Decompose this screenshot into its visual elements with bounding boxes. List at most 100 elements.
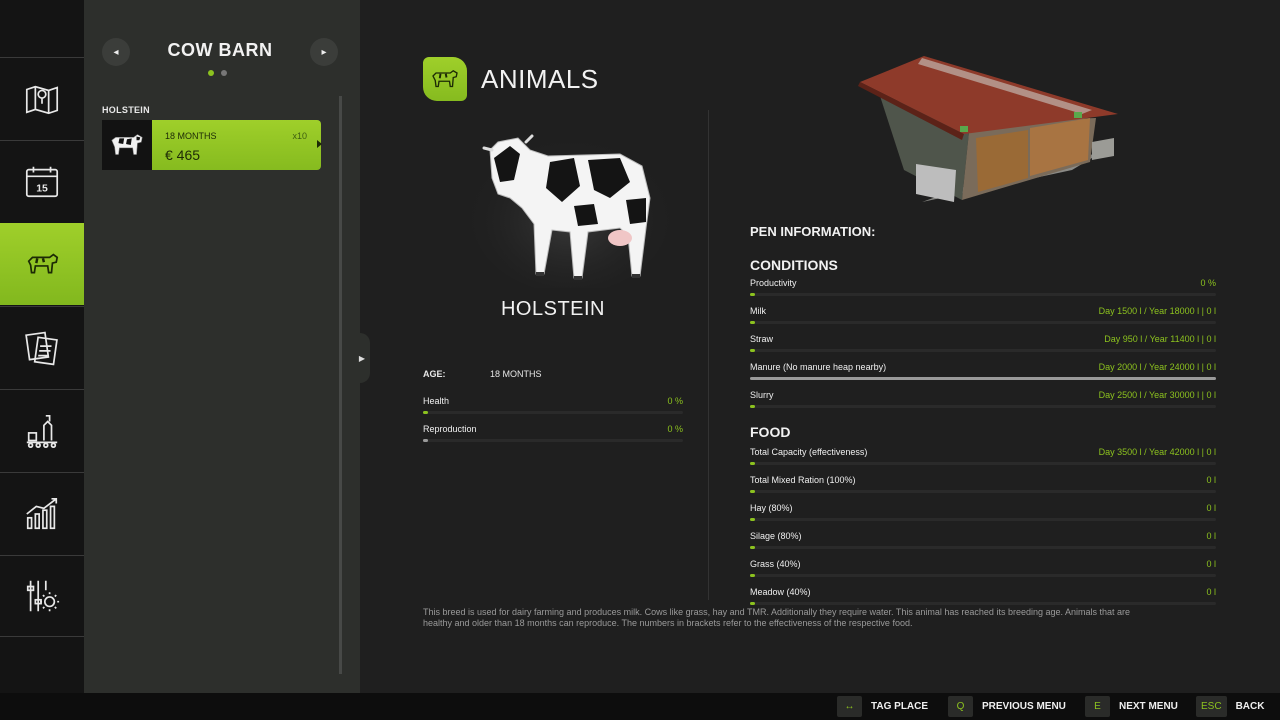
previous-menu-hint[interactable]: Q PREVIOUS MENU (948, 696, 1066, 717)
food-item-row: Silage (80%) 0 l (750, 531, 1216, 551)
condition-row: Manure (No manure heap nearby) Day 2000 l… (750, 362, 1216, 382)
next-menu-key: E (1085, 696, 1110, 717)
condition-bar (750, 321, 1216, 324)
map-icon (25, 85, 59, 114)
food-item-row: Grass (40%) 0 l (750, 559, 1216, 579)
condition-bar (750, 293, 1216, 296)
back-hint[interactable]: ESC BACK (1196, 696, 1264, 717)
animal-list-item[interactable]: 18 MONTHS x10 € 465 (102, 120, 322, 170)
condition-label: Productivity (750, 278, 797, 288)
food-item-bar (750, 546, 1216, 549)
calendar-menu-button[interactable]: 15 (0, 140, 84, 222)
food-item-bar-fill (750, 574, 755, 577)
condition-value: Day 950 l / Year 11400 l | 0 l (1104, 334, 1216, 344)
tag-place-hint[interactable]: ↔ TAG PLACE (837, 696, 928, 717)
page-header: ANIMALS (423, 57, 599, 101)
food-item-label: Total Capacity (effectiveness) (750, 447, 868, 457)
condition-value: Day 2000 l / Year 24000 l | 0 l (1098, 362, 1216, 372)
breed-name: HOLSTEIN (500, 298, 606, 320)
holstein-cow-icon (111, 134, 143, 155)
production-icon (26, 414, 58, 448)
food-item-bar (750, 490, 1216, 493)
condition-row: Milk Day 1500 l / Year 18000 l | 0 l (750, 306, 1216, 326)
production-menu-button[interactable] (0, 389, 84, 471)
food-item-row: Meadow (40%) 0 l (750, 587, 1216, 607)
page-title: ANIMALS (481, 63, 599, 94)
food-title: FOOD (750, 424, 791, 440)
food-item-bar-fill (750, 602, 755, 605)
animal-stat-row: Reproduction 0 % (423, 424, 683, 444)
list-scrollbar[interactable] (339, 96, 342, 674)
page-dot-active[interactable] (208, 70, 214, 76)
column-divider (708, 110, 709, 600)
animals-badge (423, 57, 467, 101)
food-item-bar-fill (750, 462, 755, 465)
animal-stat-bar (423, 411, 683, 414)
footer-bar: ↔ TAG PLACE Q PREVIOUS MENU E NEXT MENU … (0, 693, 1280, 720)
condition-label: Straw (750, 334, 774, 344)
animal-price: € 465 (165, 147, 201, 163)
animals-menu-button[interactable] (0, 223, 90, 305)
condition-bar-fill (750, 405, 755, 408)
condition-bar (750, 349, 1216, 352)
next-menu-hint[interactable]: E NEXT MENU (1085, 696, 1178, 717)
condition-row: Slurry Day 2500 l / Year 30000 l | 0 l (750, 390, 1216, 410)
animal-stat-label: Health (423, 396, 450, 406)
animal-thumbnail (102, 120, 152, 170)
settings-menu-button[interactable] (0, 555, 84, 637)
food-item-value: 0 l (1206, 475, 1216, 485)
food-item-label: Hay (80%) (750, 503, 793, 513)
tag-place-key: ↔ (837, 696, 862, 717)
condition-label: Manure (No manure heap nearby) (750, 362, 887, 372)
food-item-bar (750, 462, 1216, 465)
breed-group-label: HOLSTEIN (102, 105, 150, 115)
animal-stat-label: Reproduction (423, 424, 477, 434)
food-item-label: Total Mixed Ration (100%) (750, 475, 856, 485)
condition-bar-fill (750, 349, 755, 352)
condition-value: Day 2500 l / Year 30000 l | 0 l (1098, 390, 1216, 400)
page-indicator (208, 70, 227, 76)
barn-title: COW BARN (167, 40, 273, 60)
calendar-icon: 15 (25, 166, 59, 197)
page-dot[interactable] (221, 70, 227, 76)
food-item-row: Total Mixed Ration (100%) 0 l (750, 475, 1216, 495)
animal-stat-bar (423, 439, 683, 442)
condition-row: Productivity 0 % (750, 278, 1216, 298)
next-barn-button[interactable]: ▸ (310, 38, 338, 66)
cow-icon (27, 252, 59, 273)
barn-panel: ◂ COW BARN ▸ HOLSTEIN 18 MONTHS x10 € 46… (84, 0, 360, 693)
food-item-bar-fill (750, 518, 755, 521)
food-item-bar (750, 602, 1216, 605)
food-item-label: Meadow (40%) (750, 587, 811, 597)
food-item-value: 0 l (1206, 559, 1216, 569)
back-key: ESC (1196, 696, 1227, 717)
prev-barn-button[interactable]: ◂ (102, 38, 130, 66)
cow-icon (432, 69, 458, 88)
condition-bar-fill (750, 321, 755, 324)
contracts-icon (25, 331, 58, 365)
food-item-bar (750, 518, 1216, 521)
condition-bar-fill (750, 293, 755, 296)
prices-icon (26, 497, 58, 529)
condition-bar (750, 377, 1216, 380)
age-value: 18 MONTHS (490, 369, 542, 379)
prices-menu-button[interactable] (0, 472, 84, 554)
food-item-bar-fill (750, 490, 755, 493)
cow-barn-image (858, 56, 1118, 202)
contracts-menu-button[interactable] (0, 306, 84, 388)
next-menu-label: NEXT MENU (1119, 701, 1178, 712)
holstein-cow-image (470, 133, 670, 288)
age-label: AGE: (423, 369, 446, 379)
food-item-value: 0 l (1206, 531, 1216, 541)
selected-caret-icon (317, 140, 322, 148)
map-menu-button[interactable] (0, 57, 84, 139)
animal-stat-value: 0 % (667, 396, 683, 406)
back-label: BACK (1235, 701, 1265, 712)
animal-stat-value: 0 % (667, 424, 683, 434)
collapse-panel-button[interactable]: ▶ (354, 333, 370, 383)
food-item-value: 0 l (1206, 587, 1216, 597)
animal-stat-bar-fill (423, 411, 429, 414)
animal-stat-row: Health 0 % (423, 396, 683, 416)
condition-bar-fill (750, 377, 1216, 380)
condition-label: Milk (750, 306, 766, 316)
